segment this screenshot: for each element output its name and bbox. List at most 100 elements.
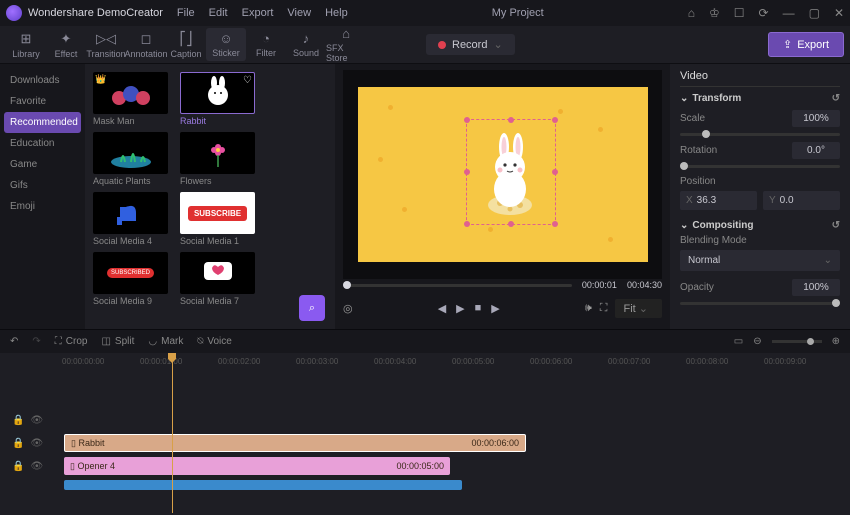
tool-sound[interactable]: ♪Sound — [286, 31, 326, 58]
resize-handle[interactable] — [464, 117, 470, 123]
fullscreen-button[interactable]: ⛶ — [600, 302, 608, 315]
menu-edit[interactable]: Edit — [209, 7, 228, 19]
sidebar-item-recommended[interactable]: Recommended — [4, 112, 81, 133]
eye-icon[interactable]: 👁 — [30, 438, 43, 449]
selection-box[interactable] — [466, 119, 556, 225]
position-y-field[interactable]: Y0.0 — [763, 191, 840, 210]
search-button[interactable]: ⌕ — [299, 295, 325, 321]
tool-effect[interactable]: ✦Effect — [46, 31, 86, 59]
menu-file[interactable]: File — [177, 7, 195, 19]
sidebar-item-emoji[interactable]: Emoji — [0, 196, 85, 217]
undo-button[interactable]: ↶ — [10, 336, 18, 347]
scale-slider[interactable] — [680, 133, 840, 136]
scale-value[interactable]: 100% — [792, 110, 840, 127]
position-x-field[interactable]: X36.3 — [680, 191, 757, 210]
properties-tab-video[interactable]: Video — [680, 70, 840, 87]
zoom-in-button[interactable]: ⊕ — [832, 336, 840, 347]
cart-icon[interactable]: ⌂ — [688, 6, 695, 20]
reset-icon[interactable]: ↺ — [832, 220, 840, 231]
opacity-slider[interactable] — [680, 302, 840, 305]
zoom-out-button[interactable]: ⊖ — [753, 336, 761, 347]
eye-icon[interactable]: 👁 — [30, 415, 43, 426]
lock-icon[interactable]: 🔒 — [12, 415, 24, 426]
tool-sfx[interactable]: ⌂SFX Store — [326, 26, 366, 63]
main-toolbar: ⊞Library ✦Effect ▷◁Transition ◻Annotatio… — [0, 26, 850, 64]
annotation-icon: ◻ — [141, 31, 152, 47]
sidebar-item-gifs[interactable]: Gifs — [0, 175, 85, 196]
asset-social1[interactable]: SUBSCRIBE Social Media 1 — [180, 192, 255, 246]
voice-button[interactable]: ⍉Voice — [197, 336, 231, 347]
resize-handle[interactable] — [508, 221, 514, 227]
resize-handle[interactable] — [464, 221, 470, 227]
menu-export[interactable]: Export — [242, 7, 274, 19]
tool-annotation[interactable]: ◻Annotation — [126, 31, 166, 59]
crop-button[interactable]: ⛶Crop — [55, 336, 88, 347]
account-icon[interactable]: ♔ — [709, 6, 720, 20]
maximize-icon[interactable]: ▢ — [809, 6, 820, 20]
lock-icon[interactable]: 🔒 — [12, 461, 24, 472]
asset-flowers[interactable]: Flowers — [180, 132, 255, 186]
category-sidebar: Downloads Favorite Recommended Education… — [0, 64, 85, 329]
lock-icon[interactable]: 🔒 — [12, 438, 24, 449]
chevron-down-icon[interactable]: ⌄ — [680, 93, 688, 104]
record-button[interactable]: Record⌄ — [426, 34, 515, 55]
asset-social9[interactable]: SUBSCRIBED Social Media 9 — [93, 252, 168, 306]
sidebar-item-downloads[interactable]: Downloads — [0, 70, 85, 91]
resize-handle[interactable] — [552, 169, 558, 175]
menu-help[interactable]: Help — [325, 7, 348, 19]
rotation-value[interactable]: 0.0° — [792, 142, 840, 159]
asset-rabbit[interactable]: ♡ Rabbit — [180, 72, 255, 126]
snapshot-button[interactable]: ◎ — [343, 302, 353, 315]
fit-dropdown[interactable]: Fit ⌄ — [615, 299, 662, 318]
resize-handle[interactable] — [552, 221, 558, 227]
play-button[interactable]: ▶ — [456, 302, 464, 315]
split-button[interactable]: ◫Split — [101, 336, 134, 347]
cloud-icon[interactable]: ☐ — [734, 6, 745, 20]
mark-button[interactable]: ◡Mark — [148, 336, 183, 347]
sidebar-item-game[interactable]: Game — [0, 154, 85, 175]
asset-social7[interactable]: Social Media 7 — [180, 252, 255, 306]
redo-button[interactable]: ↷ — [32, 336, 40, 347]
timeline-ruler[interactable]: 00:00:00:00 00:00:01:00 00:00:02:00 00:0… — [62, 353, 850, 369]
prev-button[interactable]: ◀ — [438, 302, 446, 315]
asset-aquatic[interactable]: Aquatic Plants — [93, 132, 168, 186]
tool-caption[interactable]: ⎡⎦Caption — [166, 31, 206, 59]
rotation-slider[interactable] — [680, 165, 840, 168]
tool-sticker[interactable]: ☺Sticker — [206, 28, 246, 61]
preview-scrubber[interactable] — [343, 284, 572, 287]
asset-mask-man[interactable]: 👑 Mask Man — [93, 72, 168, 126]
tool-transition[interactable]: ▷◁Transition — [86, 31, 126, 59]
playhead[interactable] — [172, 353, 173, 513]
opacity-value[interactable]: 100% — [792, 279, 840, 296]
tool-library[interactable]: ⊞Library — [6, 31, 46, 59]
clip-audio[interactable] — [64, 480, 462, 490]
next-button[interactable]: ▶ — [491, 302, 499, 315]
chevron-down-icon[interactable]: ⌄ — [680, 220, 688, 231]
eye-icon[interactable]: 👁 — [30, 461, 43, 472]
sidebar-item-favorite[interactable]: Favorite — [0, 91, 85, 112]
minimize-icon[interactable]: — — [783, 6, 795, 20]
resize-handle[interactable] — [464, 169, 470, 175]
zoom-slider[interactable] — [772, 340, 822, 343]
asset-social4[interactable]: Social Media 4 — [93, 192, 168, 246]
reset-icon[interactable]: ↺ — [832, 93, 840, 104]
blend-dropdown[interactable]: Normal⌄ — [680, 250, 840, 271]
stop-button[interactable]: ■ — [475, 302, 482, 314]
track-row: 🔒 👁 ▯ Opener 400:00:05:00 — [0, 455, 850, 477]
close-icon[interactable]: ✕ — [834, 6, 844, 20]
menu-view[interactable]: View — [287, 7, 311, 19]
timeline-view-button[interactable]: ▭ — [734, 336, 743, 347]
tool-filter[interactable]: ◔Filter — [246, 31, 286, 58]
clip-rabbit[interactable]: ▯ Rabbit00:00:06:00 — [64, 434, 526, 452]
resize-handle[interactable] — [552, 117, 558, 123]
filter-icon: ◔ — [262, 31, 270, 46]
asset-label: Aquatic Plants — [93, 176, 168, 186]
sidebar-item-education[interactable]: Education — [0, 133, 85, 154]
preview-canvas[interactable] — [343, 70, 662, 279]
volume-button[interactable]: 🕪 — [585, 302, 592, 315]
refresh-icon[interactable]: ⟳ — [759, 6, 769, 20]
export-button[interactable]: ⇪Export — [768, 32, 844, 57]
resize-handle[interactable] — [508, 117, 514, 123]
clip-opener[interactable]: ▯ Opener 400:00:05:00 — [64, 457, 450, 475]
chevron-down-icon: ⌄ — [824, 255, 832, 266]
